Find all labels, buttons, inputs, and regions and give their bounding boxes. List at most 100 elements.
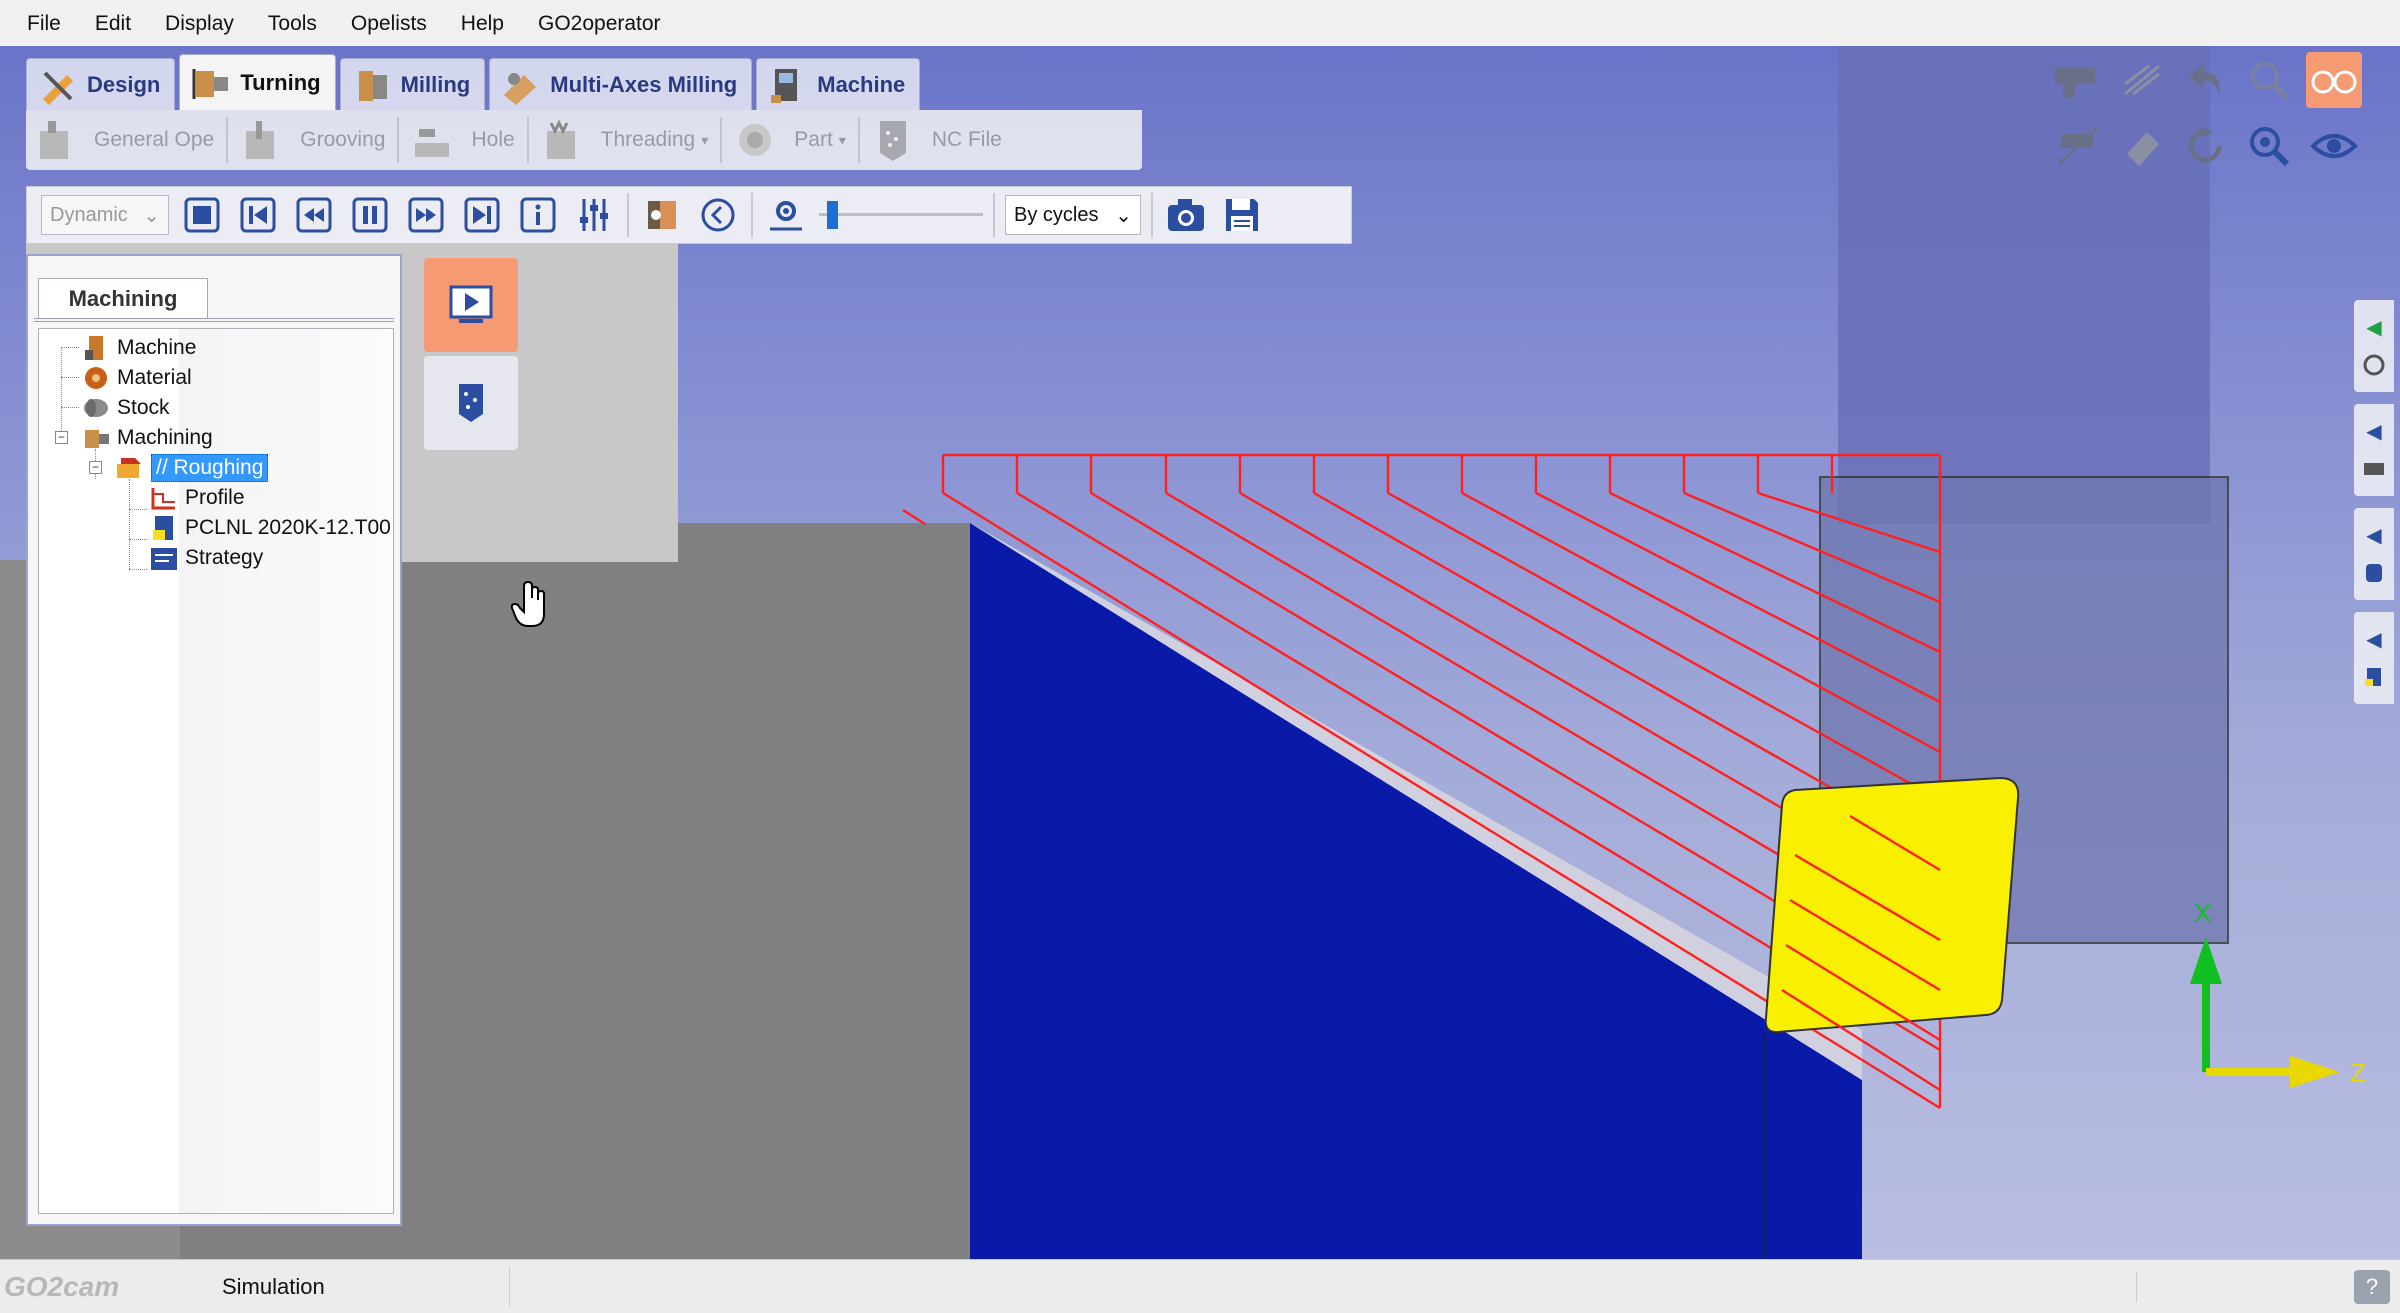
help-button[interactable]: ? <box>2354 1270 2390 1304</box>
strategy-icon <box>151 548 177 570</box>
tab-milling[interactable]: Milling <box>339 58 486 110</box>
hide-tool-button[interactable] <box>2050 118 2106 174</box>
tree-node-machine[interactable]: Machine <box>81 333 196 363</box>
go-to-end-button[interactable] <box>459 192 505 238</box>
axis-x-label: X <box>2194 898 2211 928</box>
info-button[interactable] <box>515 192 561 238</box>
zoom-fit-button[interactable] <box>2242 118 2298 174</box>
save-button[interactable] <box>1219 192 1265 238</box>
threading-dropdown-icon[interactable]: ▾ <box>701 132 708 149</box>
view-toolbar <box>2050 52 2370 174</box>
step-mode-select[interactable]: By cycles ⌄ <box>1005 195 1141 235</box>
status-mode: Simulation <box>200 1266 510 1307</box>
tab-turning[interactable]: Turning <box>179 54 336 110</box>
speed-button[interactable] <box>763 192 809 238</box>
tool-library-icon <box>2363 354 2385 376</box>
tree-node-machining-label: Machining <box>117 426 213 449</box>
general-operation-button[interactable]: General Ope <box>26 110 222 170</box>
skip-back-icon <box>240 197 276 233</box>
menu-opelists[interactable]: Opelists <box>334 12 444 36</box>
go-to-start-button[interactable] <box>235 192 281 238</box>
tab-machine[interactable]: Machine <box>756 58 921 110</box>
tool-icon <box>153 516 173 540</box>
stop-button[interactable] <box>179 192 225 238</box>
grooving-button[interactable]: Grooving <box>232 110 393 170</box>
stop-icon <box>184 197 220 233</box>
tab-turning-label: Turning <box>240 69 321 95</box>
expand-left-icon: ◀ <box>2366 524 2382 547</box>
hole-icon <box>415 129 450 157</box>
back-button[interactable] <box>695 192 741 238</box>
collapse-roughing-toggle[interactable]: − <box>89 461 102 474</box>
zoom-button[interactable] <box>2242 52 2298 108</box>
rotate-view-button[interactable] <box>2178 118 2234 174</box>
tree-node-tool[interactable]: PCLNL 2020K-12.T00 <box>149 513 391 543</box>
pause-button[interactable] <box>347 192 393 238</box>
tree-node-machining[interactable]: Machining <box>81 423 213 453</box>
tree-node-strategy[interactable]: Strategy <box>149 543 263 573</box>
speed-slider[interactable] <box>819 197 983 233</box>
menu-file[interactable]: File <box>10 12 78 36</box>
machine-icon <box>771 68 798 103</box>
sliders-icon <box>580 199 608 231</box>
menu-tools[interactable]: Tools <box>251 12 334 36</box>
side-panel-toggle-2[interactable]: ◀ <box>2354 404 2394 496</box>
tree-node-roughing[interactable]: // Roughing <box>115 453 269 483</box>
eraser-icon <box>2127 132 2159 166</box>
tree-node-profile[interactable]: Profile <box>149 483 245 513</box>
undo-view-button[interactable] <box>2178 52 2234 108</box>
machine-icon <box>85 336 103 360</box>
tree-node-stock-label: Stock <box>117 396 170 419</box>
menu-help[interactable]: Help <box>444 12 521 36</box>
settings-button[interactable] <box>571 192 617 238</box>
menu-display[interactable]: Display <box>148 12 251 36</box>
tree-node-material[interactable]: Material <box>81 363 192 393</box>
collapse-machining-toggle[interactable]: − <box>55 431 68 444</box>
tree-connector <box>61 347 79 348</box>
side-panel-toggle-1[interactable]: ◀ <box>2354 300 2394 392</box>
tree-node-stock[interactable]: Stock <box>81 393 170 423</box>
chevron-down-icon: ⌄ <box>143 204 160 227</box>
part-button[interactable]: Part ▾ <box>726 110 854 170</box>
step-back-button[interactable] <box>291 192 337 238</box>
profile-icon <box>151 488 175 510</box>
tab-multi-axes-milling[interactable]: Multi-Axes Milling <box>489 58 753 110</box>
step-forward-button[interactable] <box>403 192 449 238</box>
part-dropdown-icon[interactable]: ▾ <box>839 132 846 149</box>
gear-speed-icon <box>770 201 802 231</box>
simulation-button[interactable] <box>424 258 518 352</box>
status-bar: GO2cam Simulation ? <box>0 1259 2400 1313</box>
nc-file-icon <box>459 384 483 422</box>
show-tool-button[interactable] <box>2050 52 2106 108</box>
machined-part <box>970 523 1862 1259</box>
threading-button[interactable]: Threading ▾ <box>533 110 717 170</box>
tab-multi-axes-milling-label: Multi-Axes Milling <box>550 71 738 97</box>
menu-go2operator[interactable]: GO2operator <box>521 12 678 36</box>
side-panel-toggle-3[interactable]: ◀ <box>2354 508 2394 600</box>
nc-file-button[interactable]: NC File <box>864 110 1010 170</box>
tool-view-button[interactable] <box>639 192 685 238</box>
tab-machining[interactable]: Machining <box>38 278 208 318</box>
display-mode-select[interactable]: Dynamic ⌄ <box>41 195 169 235</box>
machining-panel: Machining − − Machine Material Stock Mac… <box>26 254 402 1226</box>
screenshot-button[interactable] <box>1163 192 1209 238</box>
menu-edit[interactable]: Edit <box>78 12 148 36</box>
tree-node-machine-label: Machine <box>117 336 197 359</box>
nc-output-button[interactable] <box>424 356 518 450</box>
ribbon-separator <box>857 117 860 163</box>
glasses-view-button[interactable] <box>2306 52 2362 108</box>
skip-forward-icon <box>464 197 500 233</box>
multi-axes-milling-icon <box>504 72 537 105</box>
eraser-button[interactable] <box>2114 118 2170 174</box>
ribbon-separator <box>720 117 723 163</box>
stock-panel-icon <box>2364 463 2384 476</box>
speed-slider-thumb[interactable] <box>826 201 838 229</box>
show-toolpath-button[interactable] <box>2114 52 2170 108</box>
hole-button[interactable]: Hole <box>403 110 522 170</box>
tab-design[interactable]: Design <box>26 58 176 110</box>
general-operation-icon <box>40 121 68 159</box>
part-icon <box>739 124 772 156</box>
side-panel-toggle-4[interactable]: ◀ <box>2354 612 2394 704</box>
machining-icon <box>85 430 109 448</box>
visibility-button[interactable] <box>2306 118 2362 174</box>
